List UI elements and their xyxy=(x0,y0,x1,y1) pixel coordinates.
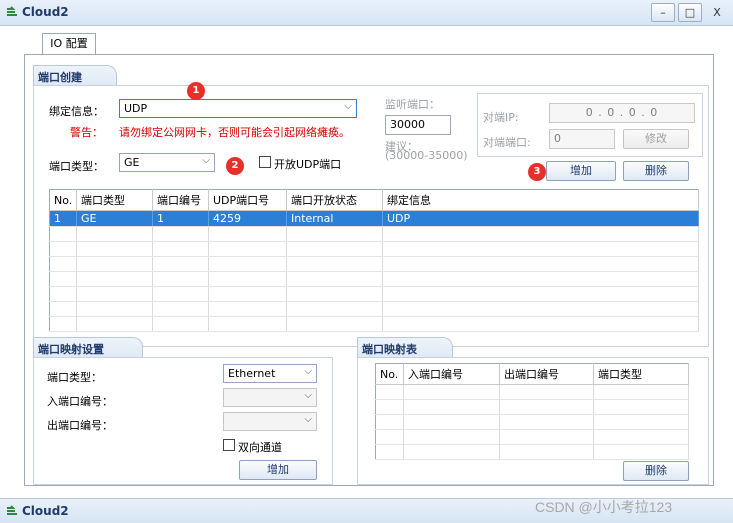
mapping-type-select[interactable]: Ethernet ⌵ xyxy=(223,364,317,383)
empty-row xyxy=(49,271,699,287)
suggest-range: (30000-35000) xyxy=(385,149,468,162)
step-badge-1: 1 xyxy=(187,82,205,100)
chevron-down-icon: ⌵ xyxy=(304,414,312,425)
column-header[interactable]: 绑定信息 xyxy=(382,189,699,211)
peer-port-label: 对端端口: xyxy=(483,136,531,149)
empty-row xyxy=(49,226,699,242)
empty-row xyxy=(49,301,699,317)
io-config-panel: 端口创建 绑定信息： UDP ⌵ 1 警告： 请勿绑定公网网卡，否则可能会引起网… xyxy=(24,54,714,486)
port-type-select[interactable]: GE ⌵ xyxy=(119,153,215,172)
column-header[interactable]: 端口类型 xyxy=(593,363,689,385)
mapping-type-value: Ethernet xyxy=(228,367,276,380)
column-header[interactable]: 端口类型 xyxy=(76,189,153,211)
table-cell: 1 xyxy=(152,210,209,227)
mapping-type-label: 端口类型： xyxy=(47,371,102,384)
bidirectional-checkbox[interactable] xyxy=(223,439,235,451)
cloud-app-icon xyxy=(7,6,17,16)
empty-row xyxy=(375,414,689,430)
step-badge-3: 3 xyxy=(528,163,546,181)
cloud-app-icon xyxy=(7,505,17,515)
listen-port-input[interactable]: 30000 xyxy=(385,115,451,135)
watermark: CSDN @小小考拉123 xyxy=(535,499,673,515)
empty-row xyxy=(49,286,699,302)
minimize-button[interactable]: – xyxy=(651,3,675,22)
empty-row xyxy=(49,316,699,332)
chevron-down-icon: ⌵ xyxy=(304,366,312,377)
port-table-header: No. 端口类型 端口编号 UDP端口号 端口开放状态 绑定信息 xyxy=(49,189,699,211)
bind-info-label: 绑定信息： xyxy=(49,105,104,118)
in-port-select[interactable]: ⌵ xyxy=(223,388,317,407)
empty-row xyxy=(49,241,699,257)
peer-ip-input[interactable]: 0 . 0 . 0 . 0 xyxy=(549,103,695,123)
modify-button[interactable]: 修改 xyxy=(623,129,689,149)
table-cell: Internal xyxy=(286,210,383,227)
column-header[interactable]: 端口编号 xyxy=(152,189,209,211)
port-create-header: 端口创建 xyxy=(33,65,117,85)
port-mapping-header: 端口映射设置 xyxy=(33,337,143,357)
step-badge-2: 2 xyxy=(226,157,244,175)
open-udp-checkbox[interactable] xyxy=(259,156,271,168)
chevron-down-icon: ⌵ xyxy=(304,390,312,401)
port-type-value: GE xyxy=(124,156,140,169)
table-row[interactable]: 1 GE 1 4259 Internal UDP xyxy=(49,210,699,227)
delete-port-button[interactable]: 删除 xyxy=(623,161,689,181)
warning-text: 请勿绑定公网网卡，否则可能会引起网络瘫痪。 xyxy=(119,126,350,139)
tab-io-config[interactable]: IO 配置 xyxy=(42,33,96,55)
empty-row xyxy=(375,444,689,460)
column-header[interactable]: No. xyxy=(375,363,404,385)
title-bar: Cloud2 – □ X xyxy=(0,0,733,26)
peer-ip-label: 对端IP: xyxy=(483,111,519,124)
add-mapping-button[interactable]: 增加 xyxy=(239,460,317,480)
mapping-table-header-row: No. 入端口编号 出端口编号 端口类型 xyxy=(375,363,689,385)
empty-row xyxy=(375,399,689,415)
peer-port-input[interactable]: 0 xyxy=(549,129,615,149)
column-header[interactable]: No. xyxy=(49,189,77,211)
maximize-button[interactable]: □ xyxy=(678,3,702,22)
table-cell: UDP xyxy=(382,210,699,227)
taskbar-title[interactable]: Cloud2 xyxy=(22,504,69,518)
out-port-label: 出端口编号： xyxy=(47,419,113,432)
empty-row xyxy=(49,256,699,272)
warning-label: 警告： xyxy=(70,126,103,139)
add-port-button[interactable]: 增加 xyxy=(546,161,616,181)
chevron-down-icon: ⌵ xyxy=(202,155,210,166)
column-header[interactable]: 出端口编号 xyxy=(499,363,594,385)
empty-row xyxy=(375,384,689,400)
mapping-table-header: 端口映射表 xyxy=(357,337,453,357)
window-body: IO 配置 端口创建 绑定信息： UDP ⌵ 1 警告： 请勿绑定公网网卡，否则… xyxy=(0,26,733,488)
listen-port-label: 监听端口： xyxy=(385,98,440,111)
table-cell: GE xyxy=(76,210,153,227)
mapping-table[interactable]: No. 入端口编号 出端口编号 端口类型 xyxy=(375,363,689,460)
bind-info-value: UDP xyxy=(124,102,148,115)
table-cell: 1 xyxy=(49,210,77,227)
column-header[interactable]: 入端口编号 xyxy=(403,363,500,385)
out-port-select[interactable]: ⌵ xyxy=(223,412,317,431)
empty-row xyxy=(375,429,689,445)
chevron-down-icon: ⌵ xyxy=(344,101,352,112)
port-table[interactable]: No. 端口类型 端口编号 UDP端口号 端口开放状态 绑定信息 1 GE 1 … xyxy=(49,189,699,332)
table-cell: 4259 xyxy=(208,210,287,227)
column-header[interactable]: UDP端口号 xyxy=(208,189,287,211)
bidirectional-label: 双向通道 xyxy=(238,441,282,454)
in-port-label: 入端口编号： xyxy=(47,395,113,408)
column-header[interactable]: 端口开放状态 xyxy=(286,189,383,211)
bind-info-select[interactable]: UDP ⌵ xyxy=(119,99,357,118)
close-button[interactable]: X xyxy=(705,3,729,22)
open-udp-label: 开放UDP端口 xyxy=(274,158,342,171)
port-type-label: 端口类型： xyxy=(49,160,104,173)
delete-mapping-button[interactable]: 删除 xyxy=(623,461,689,481)
window-title: Cloud2 xyxy=(22,5,69,19)
